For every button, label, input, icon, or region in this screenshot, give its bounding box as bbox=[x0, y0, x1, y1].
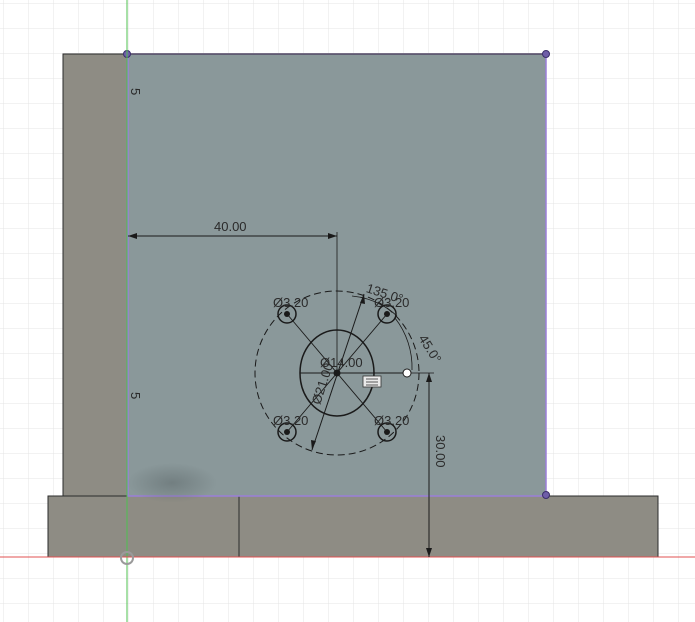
sketch-point-bottom-right[interactable] bbox=[542, 491, 550, 499]
cad-viewport[interactable]: 5 5 40.00 30.00 Ø21.00 Ø14.00 135.0° 45.… bbox=[0, 0, 695, 622]
edge-dim-top-label: 5 bbox=[128, 88, 143, 95]
surface-smudge bbox=[127, 463, 217, 503]
constraint-glyph-icon[interactable] bbox=[362, 375, 382, 388]
edge-dim-bottom-label: 5 bbox=[128, 392, 143, 399]
body-wall-left[interactable] bbox=[62, 53, 129, 497]
hole-bottom-left-diameter-label[interactable]: Ø3.20 bbox=[273, 413, 308, 428]
center-hole-diameter-label[interactable]: Ø14.00 bbox=[320, 355, 363, 370]
vertical-dimension-label: 30.00 bbox=[433, 435, 448, 468]
hole-top-right-diameter-label[interactable]: Ø3.20 bbox=[374, 295, 409, 310]
circle-quadrant-point[interactable] bbox=[402, 368, 412, 378]
sketch-point-top-right[interactable] bbox=[542, 50, 550, 58]
hole-bottom-right-diameter-label[interactable]: Ø3.20 bbox=[374, 413, 409, 428]
horizontal-dimension-label: 40.00 bbox=[214, 219, 247, 234]
body-base-plate[interactable] bbox=[47, 495, 659, 558]
hole-top-left-diameter-label[interactable]: Ø3.20 bbox=[273, 295, 308, 310]
